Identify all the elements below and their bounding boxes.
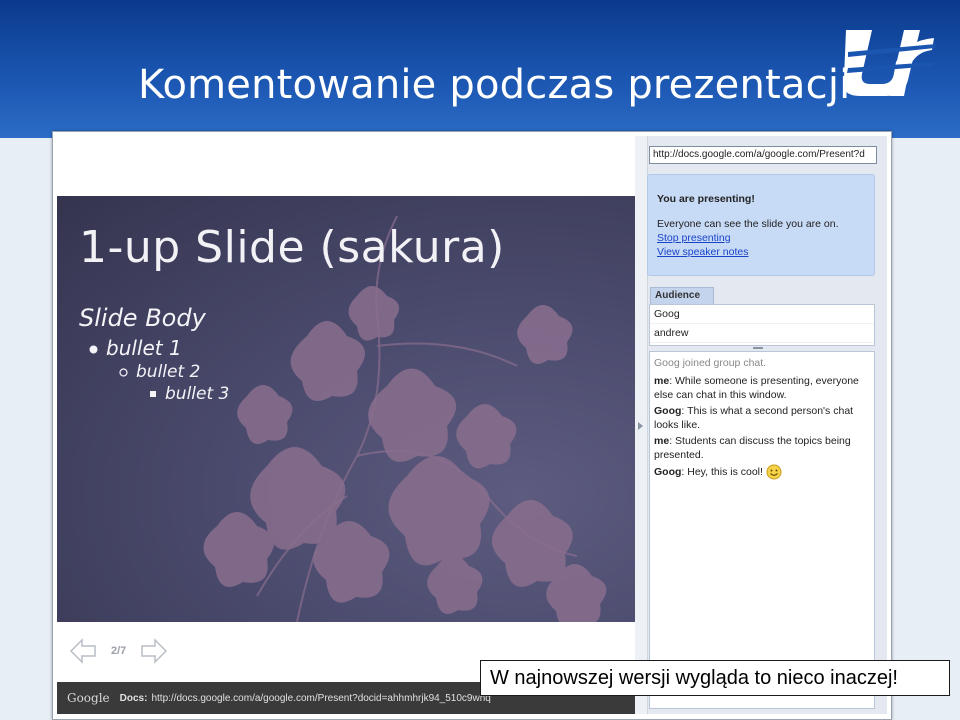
chat-text: : Hey, this is cool! <box>681 465 766 478</box>
chat-author: Goog <box>654 465 682 478</box>
bullet-1-text: bullet 1 <box>106 336 182 360</box>
google-logo: Google <box>67 691 110 705</box>
chat-message: Goog: Hey, this is cool! <box>654 464 870 480</box>
slide-header: Komentowanie podczas prezentacji <box>0 0 960 138</box>
chat-author: me <box>654 435 670 447</box>
bullet-circle-icon <box>119 367 128 377</box>
bullet-2: bullet 2 <box>119 362 200 382</box>
view-speaker-notes-link[interactable]: View speaker notes <box>657 246 748 258</box>
chat-text: : Students can discuss the topics being … <box>654 435 851 461</box>
bullet-3-text: bullet 3 <box>165 384 230 404</box>
docs-label: Docs: <box>119 692 148 704</box>
app-screenshot: 1-up Slide (sakura) Slide Body bullet 1 … <box>52 131 892 720</box>
bullet-1: bullet 1 <box>89 336 182 360</box>
page-indicator: 2/7 <box>111 645 127 657</box>
url-field[interactable]: http://docs.google.com/a/google.com/Pres… <box>649 146 877 164</box>
audience-list: Goog andrew <box>649 304 875 346</box>
presenting-panel: You are presenting! Everyone can see the… <box>647 174 875 276</box>
slide-body-title: Slide Body <box>79 304 206 332</box>
chat-author: Goog <box>654 405 682 417</box>
presenter-sidebar: http://docs.google.com/a/google.com/Pres… <box>635 136 887 714</box>
presenting-description: Everyone can see the slide you are on. <box>657 218 839 230</box>
chat-system-message: Goog joined group chat. <box>654 357 767 369</box>
slide-area: 1-up Slide (sakura) Slide Body bullet 1 … <box>57 136 635 684</box>
bullet-2-text: bullet 2 <box>136 362 201 382</box>
bullet-3: bullet 3 <box>149 384 229 404</box>
bullet-dot-icon <box>89 345 98 354</box>
logo <box>843 30 936 96</box>
chat-message: me: Students can discuss the topics bein… <box>654 434 870 462</box>
caption-note: W najnowszej wersji wygląda to nieco ina… <box>480 660 950 696</box>
tab-audience[interactable]: Audience <box>650 287 714 304</box>
presenting-title: You are presenting! <box>657 193 755 205</box>
chat-text: : While someone is presenting, everyone … <box>654 375 859 401</box>
list-item[interactable]: Goog <box>650 305 874 324</box>
page-title: Komentowanie podczas prezentacji <box>138 62 851 108</box>
slide-title: 1-up Slide (sakura) <box>79 222 505 273</box>
slide-canvas: 1-up Slide (sakura) Slide Body bullet 1 … <box>57 196 635 622</box>
chat-author: me <box>654 375 670 387</box>
prev-arrow-icon[interactable] <box>69 638 97 664</box>
collapse-arrow-icon <box>638 422 643 430</box>
chat-window: Goog joined group chat. me: While someon… <box>649 351 875 709</box>
list-item[interactable]: andrew <box>650 324 874 343</box>
resize-grip[interactable] <box>753 347 763 349</box>
slide-navigation: 2/7 <box>69 636 168 666</box>
chat-message: me: While someone is presenting, everyon… <box>654 374 870 402</box>
next-arrow-icon[interactable] <box>140 638 168 664</box>
stop-presenting-link[interactable]: Stop presenting <box>657 232 731 244</box>
doc-url[interactable]: http://docs.google.com/a/google.com/Pres… <box>151 693 490 704</box>
chat-text: : This is what a second person's chat lo… <box>654 405 854 431</box>
bullet-square-icon <box>150 391 156 397</box>
smiley-icon <box>766 464 782 480</box>
chat-message: Goog: This is what a second person's cha… <box>654 404 870 432</box>
